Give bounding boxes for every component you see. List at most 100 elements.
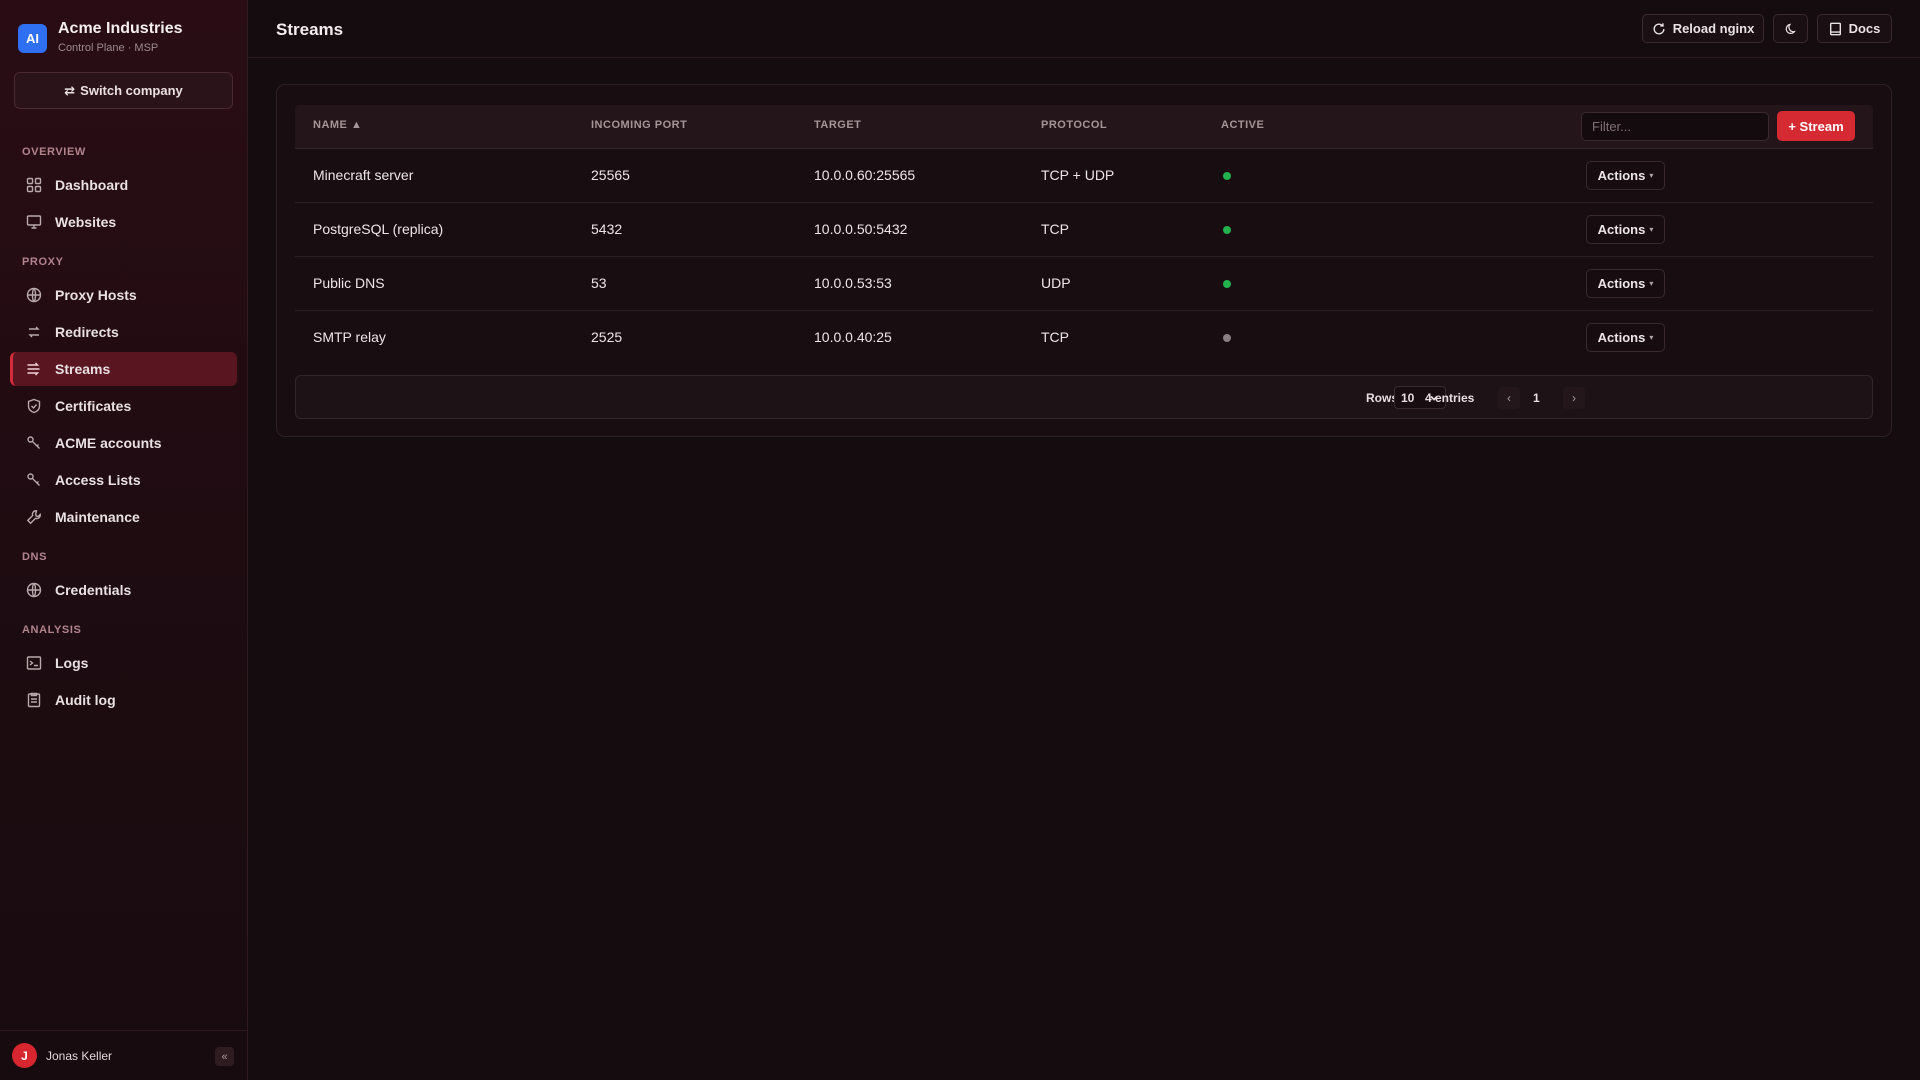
sidebar-item-maintenance[interactable]: Maintenance	[10, 500, 237, 534]
key-icon	[26, 435, 42, 451]
caret-down-icon: ▾	[1649, 333, 1654, 342]
cell-target: 10.0.0.53:53	[814, 275, 892, 291]
inactive-status-dot	[1223, 334, 1231, 342]
redirect-icon	[26, 324, 42, 340]
actions-label: Actions	[1597, 222, 1646, 237]
nav-section-overview: OVERVIEW	[22, 146, 86, 158]
entries-count: 4 entries	[1425, 391, 1475, 405]
user-name[interactable]: Jonas Keller	[46, 1049, 112, 1063]
refresh-icon	[1652, 22, 1666, 36]
cell-target: 10.0.0.50:5432	[814, 221, 908, 237]
sidebar-item-redirects[interactable]: Redirects	[10, 315, 237, 349]
sidebar-item-label: Streams	[55, 361, 111, 377]
table-row[interactable]: Public DNS 53 10.0.0.53:53 UDP Actions ▾	[295, 257, 1873, 311]
key-icon	[26, 472, 42, 488]
actions-label: Actions	[1597, 330, 1646, 345]
sidebar-item-certificates[interactable]: Certificates	[10, 389, 237, 423]
avatar[interactable]: J	[12, 1043, 37, 1068]
active-status-dot	[1223, 226, 1231, 234]
active-status-dot	[1223, 172, 1231, 180]
sidebar-item-label: ACME accounts	[55, 435, 162, 451]
actions-button[interactable]: Actions ▾	[1586, 269, 1665, 298]
cell-name: Minecraft server	[313, 167, 414, 183]
sidebar-item-dashboard[interactable]: Dashboard	[10, 168, 237, 202]
caret-down-icon: ▾	[1649, 279, 1654, 288]
actions-button[interactable]: Actions ▾	[1586, 215, 1665, 244]
column-header-active[interactable]: ACTIVE	[1221, 119, 1264, 131]
sidebar-item-label: Dashboard	[55, 177, 129, 193]
column-header-name[interactable]: NAME ▲	[313, 119, 362, 131]
switch-company-label: Switch company	[80, 83, 183, 98]
sidebar-item-credentials[interactable]: Credentials	[10, 573, 237, 607]
column-header-protocol[interactable]: PROTOCOL	[1041, 119, 1107, 131]
sidebar-item-label: Credentials	[55, 582, 132, 598]
sidebar-item-streams[interactable]: Streams	[10, 352, 237, 386]
prev-page-button[interactable]: ‹	[1498, 387, 1520, 409]
monitor-icon	[26, 214, 42, 230]
reload-nginx-label: Reload nginx	[1672, 21, 1755, 36]
globe-icon	[26, 582, 42, 598]
page-title: Streams	[276, 20, 344, 39]
nav-section-proxy: PROXY	[22, 256, 64, 268]
actions-label: Actions	[1597, 168, 1646, 183]
cell-target: 10.0.0.60:25565	[814, 167, 916, 183]
sidebar-item-label: Websites	[55, 214, 117, 230]
caret-down-icon: ▾	[1649, 171, 1654, 180]
cell-name: PostgreSQL (replica)	[313, 221, 444, 237]
cell-target: 10.0.0.40:25	[814, 329, 892, 345]
next-page-button[interactable]: ›	[1563, 387, 1585, 409]
add-stream-button[interactable]: + Stream	[1777, 111, 1855, 141]
sidebar-item-label: Certificates	[55, 398, 132, 414]
column-header-incoming-port[interactable]: INCOMING PORT	[591, 119, 687, 131]
brand[interactable]: AI Acme Industries Control Plane · MSP	[18, 20, 182, 56]
book-icon	[1829, 22, 1842, 36]
sidebar: AI Acme Industries Control Plane · MSP ⇄…	[0, 0, 248, 1080]
sidebar-item-audit-log[interactable]: Audit log	[10, 683, 237, 717]
cell-port: 5432	[591, 221, 623, 237]
filter-input[interactable]	[1581, 112, 1769, 141]
swap-icon: ⇄	[64, 82, 76, 98]
brand-name: Acme Industries	[58, 20, 183, 37]
table-row[interactable]: Minecraft server 25565 10.0.0.60:25565 T…	[295, 149, 1873, 203]
shield-icon	[26, 398, 42, 414]
user-bar: J Jonas Keller «	[0, 1030, 247, 1080]
sidebar-item-logs[interactable]: Logs	[10, 646, 237, 680]
actions-button[interactable]: Actions ▾	[1586, 323, 1665, 352]
cell-protocol: TCP	[1041, 221, 1069, 237]
sidebar-item-websites[interactable]: Websites	[10, 205, 237, 239]
cell-port: 2525	[591, 329, 623, 345]
globe-icon	[26, 287, 42, 303]
sidebar-item-acme-accounts[interactable]: ACME accounts	[10, 426, 237, 460]
theme-toggle-button[interactable]	[1773, 14, 1808, 43]
sidebar-item-label: Proxy Hosts	[55, 287, 137, 303]
dashboard-icon	[26, 177, 42, 193]
column-header-target[interactable]: TARGET	[814, 119, 861, 131]
docs-button[interactable]: Docs	[1817, 14, 1892, 43]
cell-protocol: UDP	[1041, 275, 1071, 291]
streams-card: NAME ▲ INCOMING PORT TARGET PROTOCOL ACT…	[276, 84, 1892, 437]
streams-icon	[26, 361, 42, 377]
sidebar-item-label: Audit log	[55, 692, 116, 708]
actions-button[interactable]: Actions ▾	[1586, 161, 1665, 190]
rows-per-page-value: 10	[1401, 390, 1415, 405]
collapse-sidebar-button[interactable]: «	[215, 1047, 234, 1066]
active-status-dot	[1223, 280, 1231, 288]
clipboard-icon	[26, 692, 42, 708]
reload-nginx-button[interactable]: Reload nginx	[1642, 14, 1764, 43]
nav-section-analysis: ANALYSIS	[22, 624, 82, 636]
cell-port: 25565	[591, 167, 630, 183]
sidebar-item-label: Logs	[55, 655, 89, 671]
switch-company-button[interactable]: ⇄ Switch company	[14, 72, 233, 109]
pagination-bar: Rows 10 4 entries ‹ 1 ›	[295, 375, 1873, 419]
sidebar-item-access-lists[interactable]: Access Lists	[10, 463, 237, 497]
current-page[interactable]: 1	[1533, 391, 1540, 405]
docs-label: Docs	[1848, 21, 1881, 36]
nav-section-dns: DNS	[22, 551, 48, 563]
sidebar-item-proxy-hosts[interactable]: Proxy Hosts	[10, 278, 237, 312]
table-row[interactable]: PostgreSQL (replica) 5432 10.0.0.50:5432…	[295, 203, 1873, 257]
table-row[interactable]: SMTP relay 2525 10.0.0.40:25 TCP Actions…	[295, 311, 1873, 365]
brand-subtitle: Control Plane · MSP	[58, 42, 159, 54]
brand-logo: AI	[18, 23, 47, 53]
actions-label: Actions	[1597, 276, 1646, 291]
caret-down-icon: ▾	[1649, 225, 1654, 234]
